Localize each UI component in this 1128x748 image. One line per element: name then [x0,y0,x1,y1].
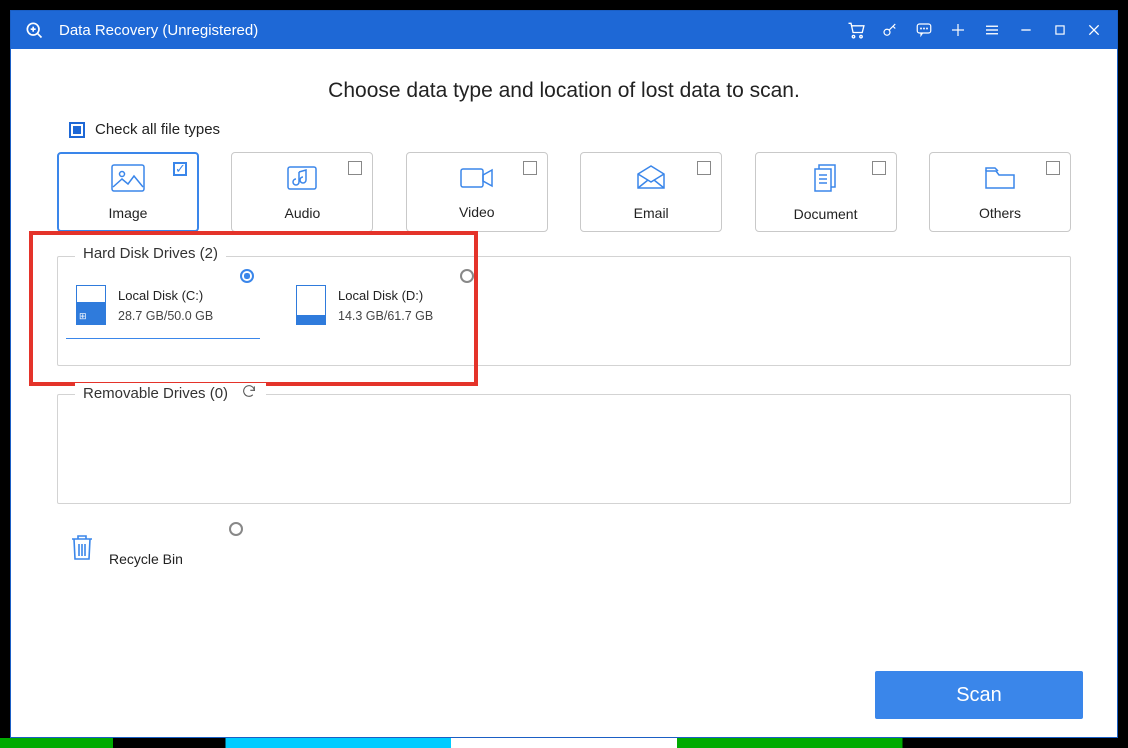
file-type-audio[interactable]: Audio [231,152,373,232]
file-type-video[interactable]: Video [406,152,548,232]
app-window: Data Recovery (Unregistered) Choose data… [10,10,1118,738]
file-type-label: Email [634,205,669,221]
file-type-grid: Image Audio Video Em [57,152,1071,232]
drive-c[interactable]: ⊞ Local Disk (C:) 28.7 GB/50.0 GB [74,279,260,333]
file-type-email[interactable]: Email [580,152,722,232]
file-type-video-checkbox[interactable] [523,161,537,175]
drive-c-radio[interactable] [240,269,254,283]
drive-d-name: Local Disk (D:) [338,288,433,303]
hard-disk-drives-section: Hard Disk Drives (2) ⊞ Local Disk (C:) 2… [57,256,1071,366]
key-icon[interactable] [873,11,907,49]
app-title: Data Recovery (Unregistered) [59,22,258,39]
minimize-button[interactable] [1009,11,1043,49]
file-type-image-checkbox[interactable] [173,162,187,176]
image-icon [111,164,145,197]
file-type-image[interactable]: Image [57,152,199,232]
check-all-checkbox[interactable] [69,122,85,138]
drive-d-size: 14.3 GB/61.7 GB [338,309,433,323]
email-icon [634,164,668,197]
file-type-audio-checkbox[interactable] [348,161,362,175]
section-label-removable: Removable Drives (0) [75,383,266,403]
drive-d-radio[interactable] [460,269,474,283]
recycle-bin-radio[interactable] [229,522,243,536]
main-content: Choose data type and location of lost da… [11,49,1117,737]
file-type-others[interactable]: Others [929,152,1071,232]
refresh-icon[interactable] [240,383,258,403]
file-type-email-checkbox[interactable] [697,161,711,175]
check-all-label: Check all file types [95,121,220,138]
page-heading: Choose data type and location of lost da… [57,79,1071,103]
scan-button[interactable]: Scan [875,671,1083,719]
file-type-label: Others [979,205,1021,221]
titlebar: Data Recovery (Unregistered) [11,11,1117,49]
menu-icon[interactable] [975,11,1009,49]
check-all-row[interactable]: Check all file types [69,121,1071,138]
document-icon [811,163,841,198]
cart-icon[interactable] [839,11,873,49]
file-type-label: Document [794,206,858,222]
drive-c-icon: ⊞ [76,285,106,325]
folder-icon [983,164,1017,197]
removable-drives-section: Removable Drives (0) [57,394,1071,504]
drive-c-name: Local Disk (C:) [118,288,213,303]
maximize-button[interactable] [1043,11,1077,49]
plus-icon[interactable] [941,11,975,49]
close-button[interactable] [1077,11,1111,49]
windows-logo-icon: ⊞ [79,311,87,322]
recycle-bin-label: Recycle Bin [109,551,183,567]
app-icon [23,19,45,41]
removable-section-title: Removable Drives (0) [83,385,228,402]
drive-d-icon [296,285,326,325]
file-type-others-checkbox[interactable] [1046,161,1060,175]
section-label-hdd: Hard Disk Drives (2) [75,245,226,262]
feedback-icon[interactable] [907,11,941,49]
video-icon [459,165,495,196]
drive-c-size: 28.7 GB/50.0 GB [118,309,213,323]
audio-icon [285,164,319,197]
desktop-background-stripe [0,738,1128,748]
drive-d[interactable]: Local Disk (D:) 14.3 GB/61.7 GB [294,279,480,333]
file-type-label: Audio [284,205,320,221]
file-type-label: Video [459,204,495,220]
file-type-label: Image [109,205,148,221]
trash-icon [69,532,95,567]
file-type-document[interactable]: Document [755,152,897,232]
recycle-bin-option[interactable]: Recycle Bin [69,532,249,567]
file-type-document-checkbox[interactable] [872,161,886,175]
